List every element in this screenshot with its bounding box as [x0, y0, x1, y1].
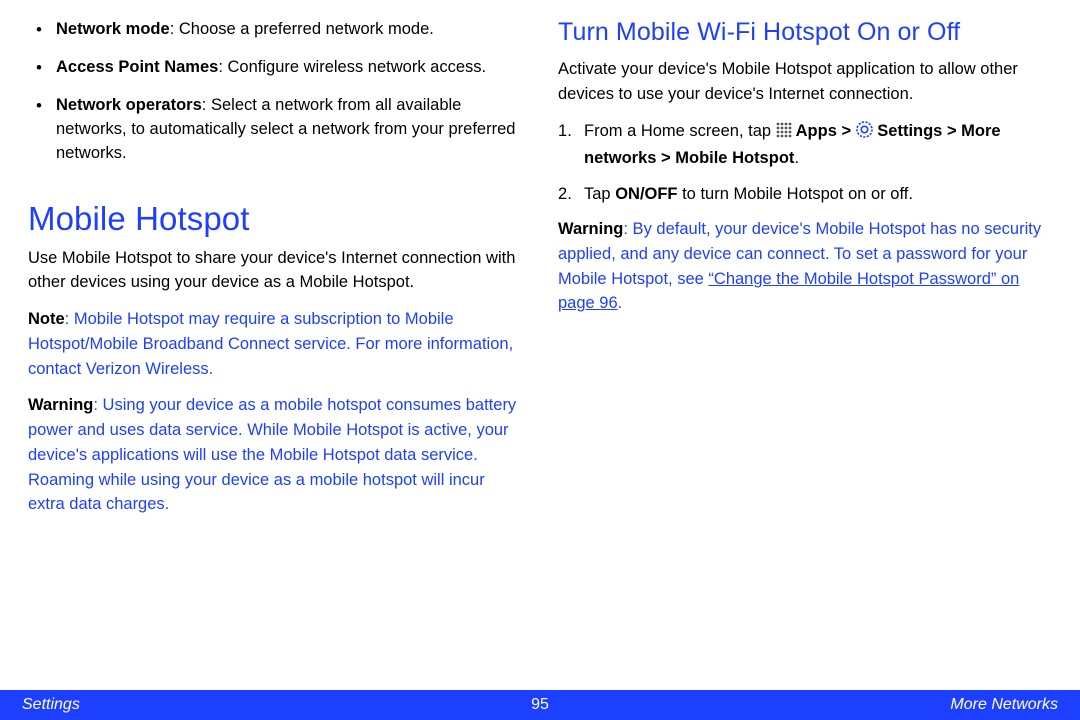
settings-gear-icon: [856, 121, 873, 147]
step-text: Tap: [584, 185, 615, 203]
intro-paragraph: Activate your device's Mobile Hotspot ap…: [558, 57, 1052, 107]
list-item: From a Home screen, tap Apps > Settings …: [584, 119, 1052, 172]
note-body: : Mobile Hotspot may require a subscript…: [28, 310, 513, 378]
warning-paragraph: Warning: Using your device as a mobile h…: [28, 393, 522, 517]
option-bullet-list: Network mode: Choose a preferred network…: [28, 18, 522, 166]
list-item: Tap ON/OFF to turn Mobile Hotspot on or …: [584, 182, 1052, 208]
list-item: Network mode: Choose a preferred network…: [56, 18, 522, 42]
left-column: Network mode: Choose a preferred network…: [28, 18, 522, 680]
subheading-toggle-hotspot: Turn Mobile Wi-Fi Hotspot On or Off: [558, 18, 1052, 47]
bullet-desc: : Configure wireless network access.: [218, 58, 486, 76]
bullet-label: Network mode: [56, 20, 170, 38]
page-footer: Settings 95 More Networks: [0, 690, 1080, 720]
apps-grid-icon: [776, 121, 792, 147]
note-paragraph: Note: Mobile Hotspot may require a subsc…: [28, 307, 522, 381]
page-number: 95: [531, 696, 549, 714]
section-heading-mobile-hotspot: Mobile Hotspot: [28, 200, 522, 238]
steps-list: From a Home screen, tap Apps > Settings …: [558, 119, 1052, 208]
step-text: .: [794, 149, 799, 167]
note-label: Note: [28, 310, 65, 328]
step-text: From a Home screen, tap: [584, 122, 776, 140]
step-text: to turn Mobile Hotspot on or off.: [678, 185, 913, 203]
bullet-desc: : Choose a preferred network mode.: [170, 20, 434, 38]
warning-post: .: [618, 294, 623, 312]
step-bold: Apps >: [792, 122, 856, 140]
footer-right: More Networks: [950, 696, 1058, 714]
warning-label: Warning: [558, 220, 623, 238]
intro-paragraph: Use Mobile Hotspot to share your device'…: [28, 246, 522, 296]
footer-left: Settings: [22, 696, 80, 714]
bullet-label: Network operators: [56, 96, 202, 114]
warning-body: : Using your device as a mobile hotspot …: [28, 396, 516, 513]
page-body: Network mode: Choose a preferred network…: [0, 0, 1080, 680]
right-column: Turn Mobile Wi-Fi Hotspot On or Off Acti…: [558, 18, 1052, 680]
warning-paragraph: Warning: By default, your device's Mobil…: [558, 217, 1052, 316]
list-item: Network operators: Select a network from…: [56, 94, 522, 166]
list-item: Access Point Names: Configure wireless n…: [56, 56, 522, 80]
warning-label: Warning: [28, 396, 93, 414]
step-bold: ON/OFF: [615, 185, 677, 203]
bullet-label: Access Point Names: [56, 58, 218, 76]
